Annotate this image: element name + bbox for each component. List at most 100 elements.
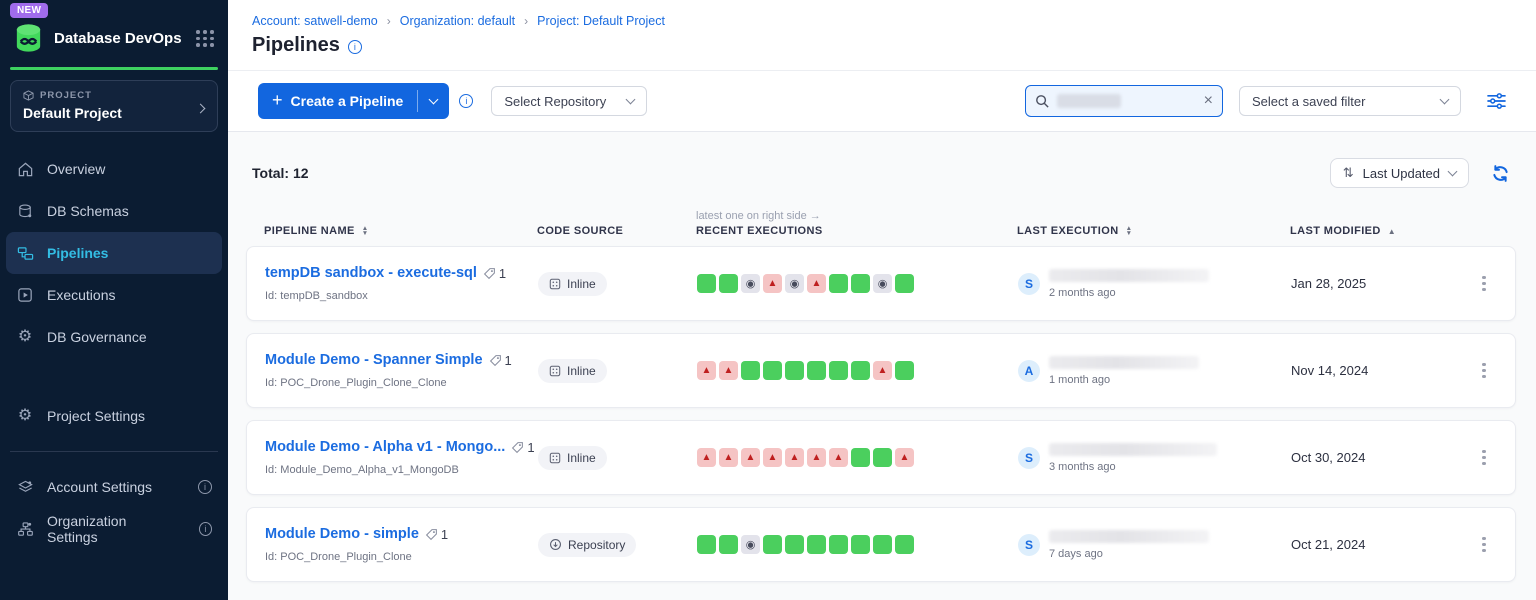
execution-status-failed[interactable]: ▲ (719, 361, 738, 380)
pipeline-name-link[interactable]: Module Demo - Spanner Simple (265, 352, 483, 368)
sidebar-item-overview[interactable]: Overview (0, 148, 228, 190)
execution-status-failed[interactable]: ▲ (763, 274, 782, 293)
sort-ascending-icon[interactable]: ▲ (1388, 227, 1396, 236)
app-logo-icon (12, 22, 45, 55)
execution-status-aborted[interactable]: ◉ (741, 535, 760, 554)
execution-status-success[interactable] (719, 535, 738, 554)
executions-hint: latest one on right side → (696, 210, 1017, 222)
project-selector[interactable]: PROJECT Default Project (10, 80, 218, 132)
execution-status-failed[interactable]: ▲ (785, 448, 804, 467)
info-icon[interactable]: i (348, 40, 362, 54)
execution-status-success[interactable] (829, 361, 848, 380)
breadcrumb-project-link[interactable]: Project: Default Project (537, 14, 665, 28)
execution-status-success[interactable] (851, 535, 870, 554)
create-pipeline-dropdown[interactable] (418, 99, 449, 103)
brand-underline (10, 67, 218, 70)
sidebar-item-pipelines[interactable]: Pipelines (6, 232, 222, 274)
sidebar-item-db-governance[interactable]: ⚙ DB Governance (0, 316, 228, 358)
pipeline-name-link[interactable]: tempDB sandbox - execute-sql (265, 265, 477, 281)
execution-status-success[interactable] (851, 361, 870, 380)
execution-status-success[interactable] (763, 535, 782, 554)
execution-status-success[interactable] (873, 535, 892, 554)
execution-status-failed[interactable]: ▲ (763, 448, 782, 467)
execution-status-success[interactable] (829, 274, 848, 293)
execution-status-success[interactable] (807, 361, 826, 380)
execution-status-aborted[interactable]: ◉ (741, 274, 760, 293)
gear-icon: ⚙ (16, 328, 34, 346)
pipeline-row[interactable]: Module Demo - Alpha v1 - Mongo... 1 Id: … (246, 420, 1516, 495)
row-menu-icon[interactable] (1478, 359, 1490, 383)
execution-status-failed[interactable]: ▲ (873, 361, 892, 380)
sidebar-item-db-schemas[interactable]: DB Schemas (0, 190, 228, 232)
avatar[interactable]: S (1018, 534, 1040, 556)
execution-status-success[interactable] (851, 448, 870, 467)
sort-icon[interactable]: ▲▼ (1126, 226, 1133, 236)
search-input[interactable]: × (1025, 85, 1223, 117)
execution-status-success[interactable] (697, 274, 716, 293)
filter-settings-icon[interactable] (1487, 93, 1506, 109)
execution-status-failed[interactable]: ▲ (895, 448, 914, 467)
execution-status-failed[interactable]: ▲ (829, 448, 848, 467)
execution-status-success[interactable] (719, 274, 738, 293)
sidebar: NEW Database DevOps PROJECT Default Proj… (0, 0, 228, 600)
sidebar-item-organization-settings[interactable]: Organization Settings i (0, 508, 228, 550)
pipeline-row[interactable]: tempDB sandbox - execute-sql 1 Id: tempD… (246, 246, 1516, 321)
execution-status-success[interactable] (829, 535, 848, 554)
sort-icon[interactable]: ▲▼ (362, 226, 369, 236)
avatar[interactable]: S (1018, 447, 1040, 469)
select-repository-dropdown[interactable]: Select Repository (491, 86, 647, 116)
org-gear-icon (16, 520, 34, 538)
sidebar-item-project-settings[interactable]: ⚙ Project Settings (0, 395, 228, 437)
execution-status-failed[interactable]: ▲ (807, 448, 826, 467)
row-menu-icon[interactable] (1478, 533, 1490, 557)
redacted-user-name (1049, 356, 1199, 369)
execution-status-failed[interactable]: ▲ (697, 361, 716, 380)
create-pipeline-button[interactable]: + Create a Pipeline (258, 83, 449, 119)
info-icon[interactable]: i (198, 480, 212, 494)
execution-status-failed[interactable]: ▲ (697, 448, 716, 467)
info-icon[interactable]: i (459, 94, 473, 108)
execution-status-success[interactable] (895, 274, 914, 293)
row-menu-icon[interactable] (1478, 446, 1490, 470)
avatar[interactable]: A (1018, 360, 1040, 382)
execution-status-success[interactable] (895, 361, 914, 380)
execution-status-success[interactable] (697, 535, 716, 554)
execution-status-failed[interactable]: ▲ (719, 448, 738, 467)
pipelines-list: Total: 12 ⇅ Last Updated PIPELINE NAME ▲… (228, 158, 1536, 582)
execution-status-success[interactable] (741, 361, 760, 380)
home-icon (16, 160, 34, 178)
sort-dropdown[interactable]: ⇅ Last Updated (1330, 158, 1469, 188)
info-icon[interactable]: i (199, 522, 212, 536)
recent-executions-strip: ◉ (697, 535, 1018, 554)
execution-status-success[interactable] (785, 361, 804, 380)
pipeline-row[interactable]: Module Demo - simple 1 Id: POC_Drone_Plu… (246, 507, 1516, 582)
execution-status-failed[interactable]: ▲ (741, 448, 760, 467)
execution-status-success[interactable] (785, 535, 804, 554)
cube-icon (23, 90, 34, 101)
breadcrumb-organization-link[interactable]: Organization: default (400, 14, 515, 28)
sidebar-item-executions[interactable]: Executions (0, 274, 228, 316)
clear-search-icon[interactable]: × (1204, 93, 1213, 109)
row-menu-icon[interactable] (1478, 272, 1490, 296)
refresh-icon[interactable] (1491, 164, 1510, 183)
execution-status-success[interactable] (807, 535, 826, 554)
pipeline-row[interactable]: Module Demo - Spanner Simple 1 Id: POC_D… (246, 333, 1516, 408)
app-switcher-icon[interactable] (196, 30, 214, 47)
execution-status-success[interactable] (851, 274, 870, 293)
saved-filter-dropdown[interactable]: Select a saved filter (1239, 86, 1461, 116)
execution-status-failed[interactable]: ▲ (807, 274, 826, 293)
gear-icon: ⚙ (16, 407, 34, 425)
tag-icon (425, 528, 438, 541)
execution-status-success[interactable] (895, 535, 914, 554)
last-modified-date: Oct 21, 2024 (1291, 537, 1467, 552)
pipeline-name-link[interactable]: Module Demo - simple (265, 526, 419, 542)
breadcrumb-account-link[interactable]: Account: satwell-demo (252, 14, 378, 28)
execution-status-aborted[interactable]: ◉ (873, 274, 892, 293)
execution-status-aborted[interactable]: ◉ (785, 274, 804, 293)
sidebar-item-account-settings[interactable]: Account Settings i (0, 466, 228, 508)
avatar[interactable]: S (1018, 273, 1040, 295)
pipeline-name-link[interactable]: Module Demo - Alpha v1 - Mongo... (265, 439, 505, 455)
execution-status-success[interactable] (763, 361, 782, 380)
inline-icon (549, 365, 561, 377)
execution-status-success[interactable] (873, 448, 892, 467)
